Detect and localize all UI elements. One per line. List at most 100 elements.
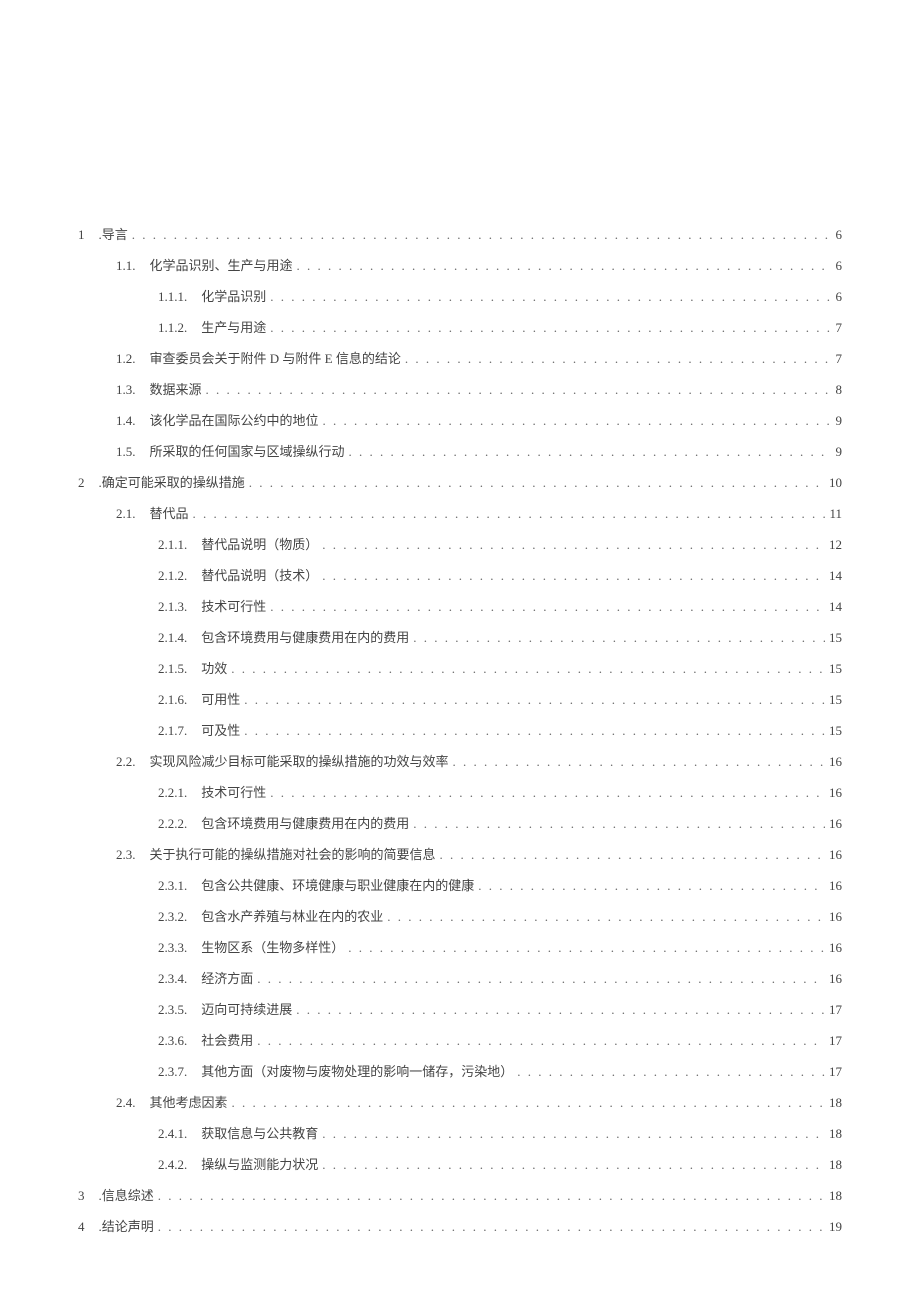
toc-entry-number: 1.2. xyxy=(116,351,136,367)
toc-entry-label: 其他考虑因素 xyxy=(150,1092,228,1111)
toc-page-number: 16 xyxy=(829,971,842,987)
toc-entry-label: 包含水产养殖与林业在内的农业 xyxy=(201,906,383,925)
toc-entry-number: 1.1.1. xyxy=(158,289,187,305)
toc-entry-number: 2.3.5. xyxy=(158,1002,187,1018)
toc-dot-leader xyxy=(453,754,825,770)
toc-dot-leader xyxy=(257,971,825,987)
toc-entry: 2.3.3.生物区系（生物多样性）16 xyxy=(78,937,842,956)
toc-entry-label: 经济方面 xyxy=(201,968,253,987)
toc-dot-leader xyxy=(348,940,825,956)
toc-entry-label: .结论声明 xyxy=(99,1216,154,1235)
toc-entry: 2.2.1.技术可行性16 xyxy=(78,782,842,801)
toc-entry-number: 1.4. xyxy=(116,413,136,429)
toc-dot-leader xyxy=(206,382,832,398)
toc-entry: 1.1.1.化学品识别6 xyxy=(78,286,842,305)
toc-page-number: 10 xyxy=(829,475,842,491)
toc-page-number: 16 xyxy=(829,909,842,925)
toc-entry-number: 1.3. xyxy=(116,382,136,398)
toc-entry: 2.1.2.替代品说明（技术）14 xyxy=(78,565,842,584)
toc-entry-number: 2.2.1. xyxy=(158,785,187,801)
toc-page-number: 15 xyxy=(829,692,842,708)
toc-entry: 2.3.7. 其他方面（对废物与废物处理的影响一储存，污染地） 17 xyxy=(78,1061,842,1080)
toc-entry-label: 替代品 xyxy=(150,503,189,522)
toc-entry-label: 包含公共健康、环境健康与职业健康在内的健康 xyxy=(201,875,474,894)
toc-dot-leader xyxy=(349,444,832,460)
toc-page-number: 12 xyxy=(829,537,842,553)
toc-dot-leader xyxy=(322,537,825,553)
toc-entry: 2.1.3.技术可行性14 xyxy=(78,596,842,615)
toc-entry-number: 2.1.2. xyxy=(158,568,187,584)
toc-entry: 2.1.替代品11 xyxy=(78,503,842,522)
toc-entry-number: 2.4. xyxy=(116,1095,136,1111)
toc-entry-number: 2.1.4. xyxy=(158,630,187,646)
toc-page: 1.导言61.1.化学品识别、生产与用途61.1.1.化学品识别61.1.2.生… xyxy=(0,0,920,1307)
toc-entry-number: 2.1. xyxy=(116,506,136,522)
toc-entry-label: 其他方面（对废物与废物处理的影响一储存，污染地） xyxy=(201,1061,513,1080)
toc-entry-number: 2.4.1. xyxy=(158,1126,187,1142)
toc-entry-number: 2.1.3. xyxy=(158,599,187,615)
table-of-contents: 1.导言61.1.化学品识别、生产与用途61.1.1.化学品识别61.1.2.生… xyxy=(78,224,842,1235)
toc-entry: 2.1.6.可用性15 xyxy=(78,689,842,708)
toc-page-number: 17 xyxy=(829,1033,842,1049)
toc-page-number: 8 xyxy=(836,382,843,398)
toc-entry: 2.1.1.替代品说明（物质）12 xyxy=(78,534,842,553)
toc-page-number: 7 xyxy=(836,351,843,367)
toc-entry: 1.2.审查委员会关于附件 D 与附件 E 信息的结论7 xyxy=(78,348,842,367)
toc-entry-label: 实现风险减少目标可能采取的操纵措施的功效与效率 xyxy=(150,751,449,770)
toc-entry-label: 关于执行可能的操纵措施对社会的影响的简要信息 xyxy=(150,844,436,863)
toc-entry-label: 包含环境费用与健康费用在内的费用 xyxy=(201,627,409,646)
toc-entry: 2.4.其他考虑因素18 xyxy=(78,1092,842,1111)
toc-entry: 2.3.4.经济方面16 xyxy=(78,968,842,987)
toc-entry-label: 可用性 xyxy=(201,689,240,708)
toc-entry: 4.结论声明19 xyxy=(78,1216,842,1235)
toc-entry-number: 2.1.7. xyxy=(158,723,187,739)
toc-entry-label: 生物区系（生物多样性） xyxy=(201,937,344,956)
toc-dot-leader xyxy=(322,568,825,584)
toc-dot-leader xyxy=(297,258,832,274)
toc-dot-leader xyxy=(270,289,831,305)
toc-page-number: 17 xyxy=(829,1064,842,1080)
toc-entry-label: 数据来源 xyxy=(150,379,202,398)
toc-dot-leader xyxy=(413,630,825,646)
toc-entry-number: 2.1.1. xyxy=(158,537,187,553)
toc-dot-leader xyxy=(413,816,825,832)
toc-entry-number: 2.4.2. xyxy=(158,1157,187,1173)
toc-entry-label: 技术可行性 xyxy=(201,782,266,801)
toc-dot-leader xyxy=(387,909,825,925)
toc-dot-leader xyxy=(249,475,825,491)
toc-dot-leader xyxy=(270,785,825,801)
toc-dot-leader xyxy=(296,1002,825,1018)
toc-dot-leader xyxy=(440,847,825,863)
toc-entry-number: 2.3.3. xyxy=(158,940,187,956)
toc-entry: 2.3.6.社会费用17 xyxy=(78,1030,842,1049)
toc-entry: 1.导言6 xyxy=(78,224,842,243)
toc-entry-label: 生产与用途 xyxy=(201,317,266,336)
toc-entry-label: 所采取的任何国家与区域操纵行动 xyxy=(150,441,345,460)
toc-page-number: 17 xyxy=(829,1002,842,1018)
toc-entry-number: 1.1.2. xyxy=(158,320,187,336)
toc-entry: 2.2.实现风险减少目标可能采取的操纵措施的功效与效率16 xyxy=(78,751,842,770)
toc-dot-leader xyxy=(231,661,825,677)
toc-entry: 2.1.7.可及性15 xyxy=(78,720,842,739)
toc-entry-number: 2.2.2. xyxy=(158,816,187,832)
toc-dot-leader xyxy=(132,227,832,243)
toc-entry-label: 化学品识别 xyxy=(201,286,266,305)
toc-dot-leader xyxy=(158,1188,825,1204)
toc-dot-leader xyxy=(232,1095,825,1111)
toc-entry-label: 功效 xyxy=(201,658,227,677)
toc-entry-number: 1.5. xyxy=(116,444,136,460)
toc-entry-number: 1 xyxy=(78,227,85,243)
toc-dot-leader xyxy=(270,599,825,615)
toc-page-number: 15 xyxy=(829,630,842,646)
toc-page-number: 18 xyxy=(829,1188,842,1204)
toc-entry: 2.4.1.获取信息与公共教育18 xyxy=(78,1123,842,1142)
toc-dot-leader xyxy=(244,723,825,739)
toc-entry-number: 2.3.6. xyxy=(158,1033,187,1049)
toc-page-number: 16 xyxy=(829,754,842,770)
toc-entry: 2.1.4. 包含环境费用与健康费用在内的费用 15 xyxy=(78,627,842,646)
toc-entry-number: 2.1.5. xyxy=(158,661,187,677)
toc-entry-number: 2.3.7. xyxy=(158,1064,187,1080)
toc-entry-number: 2.3.2. xyxy=(158,909,187,925)
toc-entry: 2.3.1.包含公共健康、环境健康与职业健康在内的健康16 xyxy=(78,875,842,894)
toc-page-number: 18 xyxy=(829,1126,842,1142)
